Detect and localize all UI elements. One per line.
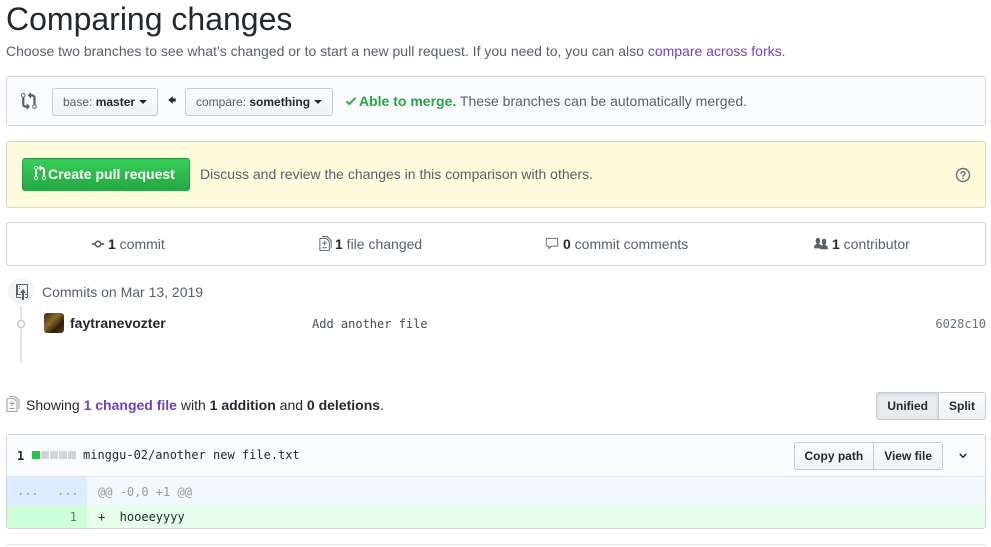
git-commit-icon — [16, 319, 26, 329]
overall-summary: 1 commit 1 file changed 0 commit comment… — [6, 222, 986, 266]
changed-files-toggle[interactable]: 1 changed file — [84, 397, 177, 413]
commit-sha[interactable]: 6028c10 — [935, 317, 986, 331]
copy-path-button[interactable]: Copy path — [793, 442, 875, 470]
arrow-left-icon — [168, 96, 176, 104]
diff-line-count: 1 — [17, 449, 25, 463]
view-file-button[interactable]: View file — [874, 442, 943, 470]
range-editor: base: master compare: something Able to … — [6, 76, 986, 126]
commit-author[interactable]: faytranevozter — [70, 315, 166, 331]
check-icon — [345, 97, 357, 106]
merge-status: Able to merge. These branches can be aut… — [345, 93, 747, 109]
commits-date-header: Commits on Mar 13, 2019 — [42, 284, 204, 300]
line-number[interactable]: 1 — [7, 505, 87, 528]
diff-view-toggle: Unified Split — [876, 392, 986, 420]
diff-code-line: + hooeeyyyy — [98, 510, 185, 524]
file-diff-icon — [6, 396, 20, 412]
base-branch-select[interactable]: base: master — [52, 88, 159, 116]
people-icon — [814, 237, 828, 250]
pr-description: Discuss and review the changes in this c… — [200, 166, 593, 182]
chevron-down-icon[interactable] — [957, 450, 969, 462]
compare-forks-link[interactable]: compare across forks — [648, 43, 782, 59]
split-view-button[interactable]: Split — [939, 392, 986, 420]
file-actions: Copy path View file — [793, 442, 943, 470]
hunk-header-row: ... ... @@ -0,0 +1 @@ — [7, 477, 985, 505]
caret-down-icon — [139, 100, 148, 104]
git-commit-icon — [91, 240, 105, 248]
divider — [6, 544, 986, 545]
file-diff-icon — [319, 236, 332, 251]
unified-view-button[interactable]: Unified — [876, 392, 939, 420]
git-compare-icon — [21, 92, 37, 110]
comments-tab[interactable]: 0 commit comments — [544, 236, 688, 252]
timeline-line — [20, 300, 22, 362]
git-pull-request-icon — [34, 165, 46, 180]
repo-push-icon — [16, 284, 28, 300]
comment-icon — [545, 237, 559, 250]
page-title: Comparing changes — [6, 1, 293, 37]
diff-summary: Showing 1 changed file with 1 addition a… — [26, 397, 384, 413]
create-pr-banner: Create pull request Discuss and review t… — [6, 141, 986, 208]
file-path[interactable]: minggu-02/another new file.txt — [83, 448, 300, 462]
question-icon[interactable] — [955, 167, 971, 183]
caret-down-icon — [314, 100, 323, 104]
diff-addition-row: 1 + hooeeyyyy — [7, 505, 985, 528]
create-pull-request-button[interactable]: Create pull request — [22, 158, 190, 191]
diffstat-blocks — [32, 451, 76, 459]
commit-message[interactable]: Add another file — [312, 317, 428, 331]
compare-branch-select[interactable]: compare: something — [185, 88, 334, 116]
file-diff: 1 minggu-02/another new file.txt Copy pa… — [6, 434, 986, 529]
avatar[interactable] — [44, 313, 64, 333]
page-subtitle: Choose two branches to see what’s change… — [6, 43, 786, 59]
hunk-expander[interactable]: ... ... — [7, 477, 87, 505]
file-header: 1 minggu-02/another new file.txt Copy pa… — [7, 435, 985, 477]
files-changed-tab[interactable]: 1 file changed — [319, 236, 422, 252]
commit-group-badge — [6, 276, 36, 306]
commits-tab[interactable]: 1 commit — [91, 236, 165, 252]
contributors-tab[interactable]: 1 contributor — [813, 236, 910, 252]
hunk-header: @@ -0,0 +1 @@ — [98, 485, 192, 499]
